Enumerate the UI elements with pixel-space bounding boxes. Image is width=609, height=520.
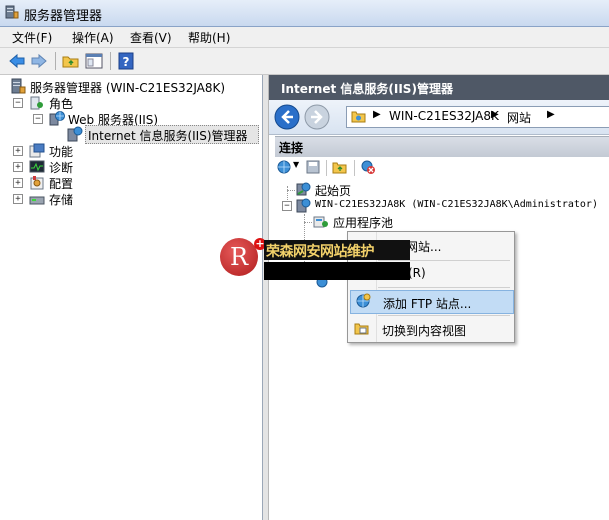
toolbar-separator	[354, 160, 355, 176]
roles-icon	[30, 96, 43, 110]
tree-line	[304, 222, 312, 224]
back-arrow-icon[interactable]	[8, 52, 26, 70]
connections-title: 连接	[279, 141, 304, 155]
iis-header: Internet 信息服务(IIS)管理器	[269, 75, 609, 100]
breadcrumb-arrow-icon[interactable]: ▶	[491, 109, 499, 120]
open-folder-icon[interactable]	[332, 159, 348, 175]
storage-icon	[29, 196, 45, 205]
iis-manager-icon	[67, 126, 83, 142]
toolbar-separator	[326, 160, 327, 176]
tree-item-configuration[interactable]: 配置	[49, 175, 73, 192]
configuration-icon	[30, 176, 44, 190]
watermark-banner: 荣森网安网站维护	[264, 240, 410, 260]
menu-item-add-website-label: 网站...	[406, 240, 442, 254]
forward-button-icon[interactable]	[304, 104, 330, 130]
tree-item-start-page[interactable]: 起始页	[315, 182, 351, 199]
menu-view[interactable]: 查看(V)	[130, 29, 172, 46]
connections-toolbar: ▼	[275, 157, 609, 179]
watermark-overlay: R + 荣森网安网站维护	[220, 232, 410, 282]
tree-root-server[interactable]: 服务器管理器 (WIN-C21ES32JA8K)	[30, 79, 225, 96]
web-server-collapse-toggle[interactable]: −	[33, 114, 43, 124]
back-button-icon[interactable]	[274, 104, 300, 130]
configuration-expand-toggle[interactable]: +	[13, 178, 23, 188]
menu-bar: 文件(F) 操作(A) 查看(V) 帮助(H)	[0, 27, 609, 48]
connect-globe-icon[interactable]	[277, 159, 293, 175]
tree-item-application-pools[interactable]: 应用程序池	[333, 214, 393, 231]
disconnect-icon[interactable]	[360, 159, 376, 175]
menu-item-switch-content-view[interactable]: 切换到内容视图	[350, 318, 512, 340]
svg-text:?: ?	[123, 55, 130, 69]
dropdown-chevron-icon[interactable]: ▼	[293, 160, 299, 169]
help-icon[interactable]: ?	[117, 52, 135, 70]
breadcrumb-sites[interactable]: 网站	[507, 109, 531, 126]
watermark-redaction-bar	[264, 262, 410, 280]
address-bar[interactable]: ▶ WIN-C21ES32JA8K ▶ 网站 ▶	[346, 106, 609, 128]
menu-separator	[378, 315, 510, 316]
roles-collapse-toggle[interactable]: −	[13, 98, 23, 108]
window-title: 服务器管理器	[24, 9, 103, 24]
features-expand-toggle[interactable]: +	[13, 146, 23, 156]
content-view-icon	[354, 323, 369, 335]
application-pools-icon	[313, 216, 328, 228]
tree-item-storage[interactable]: 存储	[49, 191, 73, 208]
start-page-icon	[296, 182, 311, 196]
server-node-collapse-toggle[interactable]: −	[282, 201, 292, 211]
toolbar: ?	[0, 48, 609, 75]
forward-arrow-icon[interactable]	[30, 52, 48, 70]
iis-navigation-bar: ▶ WIN-C21ES32JA8K ▶ 网站 ▶	[269, 100, 609, 135]
web-server-icon	[49, 111, 65, 126]
server-manager-icon	[5, 5, 19, 19]
diagnostics-expand-toggle[interactable]: +	[13, 162, 23, 172]
diagnostics-icon	[29, 160, 45, 173]
tree-item-features[interactable]: 功能	[49, 143, 73, 160]
title-bar: 服务器管理器	[0, 0, 609, 27]
breadcrumb-arrow-icon[interactable]: ▶	[373, 109, 381, 120]
menu-item-refresh-label: (R)	[408, 266, 426, 280]
menu-file[interactable]: 文件(F)	[12, 29, 52, 46]
breadcrumb-server[interactable]: WIN-C21ES32JA8K	[389, 109, 499, 123]
add-ftp-globe-icon	[356, 293, 371, 308]
tree-item-diagnostics[interactable]: 诊断	[49, 159, 73, 176]
features-icon	[29, 143, 45, 158]
server-manager-icon	[11, 78, 26, 94]
menu-separator	[378, 287, 510, 288]
save-icon[interactable]	[305, 159, 321, 175]
folder-up-icon[interactable]	[62, 52, 80, 70]
storage-expand-toggle[interactable]: +	[13, 194, 23, 204]
menu-item-switch-content-view-label: 切换到内容视图	[382, 324, 467, 338]
left-navigation-tree: 服务器管理器 (WIN-C21ES32JA8K) − 角色 − Web 服务器(…	[0, 75, 263, 520]
tree-item-server-node[interactable]: WIN-C21ES32JA8K (WIN-C21ES32JA8K\Adminis…	[315, 199, 598, 210]
sites-folder-icon	[351, 111, 366, 123]
tree-line	[287, 190, 295, 192]
watermark-logo: R	[220, 238, 258, 276]
menu-item-add-ftp-site[interactable]: 添加 FTP 站点...	[350, 290, 514, 314]
watermark-text: 荣森网安网站维护	[266, 244, 375, 260]
menu-help[interactable]: 帮助(H)	[188, 29, 230, 46]
show-hide-console-icon[interactable]	[85, 52, 103, 70]
menu-item-add-ftp-site-label: 添加 FTP 站点...	[383, 297, 472, 311]
toolbar-separator	[55, 52, 56, 70]
toolbar-separator	[110, 52, 111, 70]
breadcrumb-arrow-icon[interactable]: ▶	[547, 109, 555, 120]
menu-action[interactable]: 操作(A)	[72, 29, 114, 46]
server-node-icon	[296, 198, 311, 213]
iis-header-title: Internet 信息服务(IIS)管理器	[281, 82, 453, 96]
connections-header: 连接	[275, 136, 609, 158]
tree-item-iis-manager[interactable]: Internet 信息服务(IIS)管理器	[88, 127, 248, 144]
